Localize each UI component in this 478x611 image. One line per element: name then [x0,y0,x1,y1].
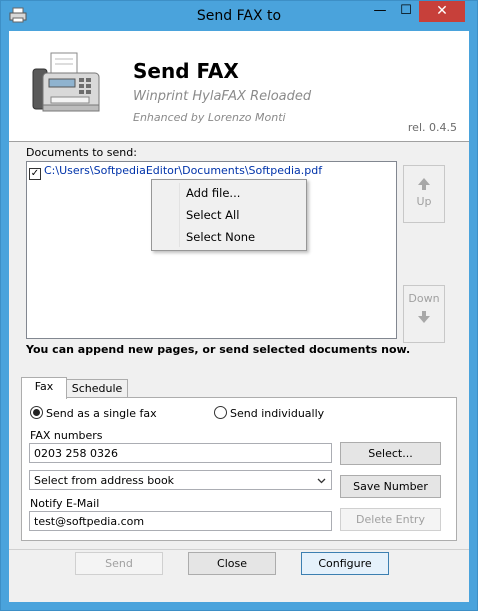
configure-button[interactable]: Configure [301,552,389,575]
minimize-icon[interactable]: — [367,1,393,22]
checkbox[interactable]: ✓ [29,168,41,180]
delete-entry-button[interactable]: Delete Entry [340,508,441,531]
save-number-button[interactable]: Save Number [340,475,441,498]
tab-fax[interactable]: Fax [21,377,67,399]
up-button-label: Up [416,195,432,208]
fax-machine-icon [32,52,100,112]
address-book-dropdown[interactable]: Select from address book [29,470,332,490]
header-divider [9,141,469,142]
fax-numbers-input[interactable]: 0203 258 0326 [29,443,332,463]
menu-gutter [179,183,180,247]
context-menu: Add file... Select All Select None [151,179,307,251]
fax-numbers-label: FAX numbers [30,429,103,442]
title-bar[interactable]: Send FAX to — ☐ ✕ [1,1,477,31]
notify-email-label: Notify E-Mail [30,497,100,510]
arrow-up-icon [418,178,430,190]
up-button[interactable]: Up [403,165,445,223]
tab-schedule[interactable]: Schedule [66,379,128,399]
menu-item-select-none[interactable]: Select None [186,230,255,244]
select-button[interactable]: Select... [340,442,441,465]
header-panel: Send FAX Winprint HylaFAX Reloaded Enhan… [9,31,469,141]
radio-button[interactable] [214,406,227,419]
radio-button[interactable] [30,406,43,419]
address-book-value: Select from address book [34,474,175,487]
close-icon[interactable]: ✕ [419,1,465,22]
app-title: Send FAX [133,59,239,83]
info-note: You can append new pages, or send select… [26,343,411,356]
maximize-icon[interactable]: ☐ [393,1,419,22]
notify-email-input[interactable]: test@softpedia.com [29,511,332,531]
radio-single-fax[interactable]: Send as a single fax [30,406,157,420]
dialog-client: Send FAX Winprint HylaFAX Reloaded Enhan… [9,31,469,602]
radio-single-label: Send as a single fax [46,407,157,420]
radio-individual-label: Send individually [230,407,325,420]
app-subtitle: Winprint HylaFAX Reloaded [133,89,312,104]
list-item[interactable]: ✓ C:\Users\SoftpediaEditor\Documents\Soft… [29,164,323,180]
app-version: rel. 0.4.5 [407,121,457,134]
close-button[interactable]: Close [188,552,276,575]
fax-tab-panel: Send as a single fax Send individually F… [21,397,457,541]
documents-label: Documents to send: [26,146,137,159]
menu-item-add-file[interactable]: Add file... [186,186,240,200]
menu-item-select-all[interactable]: Select All [186,208,239,222]
arrow-down-icon [418,311,430,323]
document-path: C:\Users\SoftpediaEditor\Documents\Softp… [44,164,323,177]
send-fax-window: Send FAX to — ☐ ✕ Send FAX Winprint Hyla… [0,0,478,611]
footer-divider [9,549,469,550]
down-button[interactable]: Down [403,285,445,343]
chevron-down-icon [317,478,326,484]
send-button[interactable]: Send [75,552,163,575]
radio-send-individually[interactable]: Send individually [214,406,324,420]
down-button-label: Down [408,292,440,305]
app-author: Enhanced by Lorenzo Monti [133,111,286,124]
